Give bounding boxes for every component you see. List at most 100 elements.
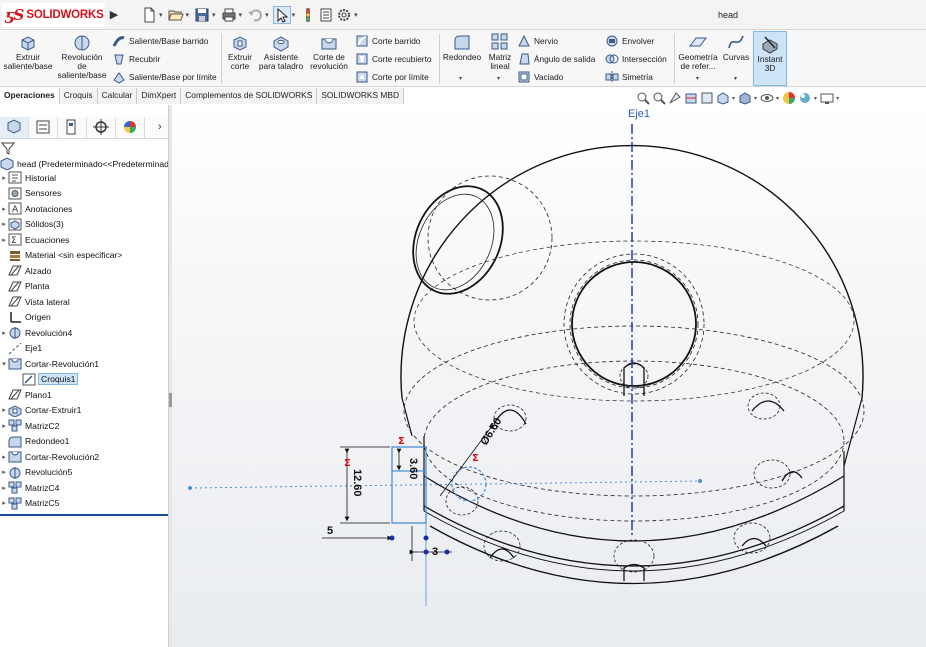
tree-item-matrizc5[interactable]: ▸ MatrizC5 (0, 496, 59, 511)
options-dropdown[interactable]: ▾ (354, 11, 358, 19)
panel-expand-arrow-icon[interactable]: › (158, 121, 162, 133)
loft-boss-button[interactable]: Recubrir (112, 51, 160, 66)
tab-dimxpert[interactable]: DimXpert (137, 88, 182, 104)
open-icon[interactable] (167, 6, 185, 24)
wrap-button[interactable]: Envolver (605, 33, 654, 48)
new-dropdown[interactable]: ▾ (159, 11, 163, 19)
dimension-diameter-6-60[interactable]: Ø6.60 (478, 416, 504, 448)
section-view-icon[interactable] (684, 91, 698, 105)
tree-item-anotaciones[interactable]: ▸ A Anotaciones (0, 201, 72, 216)
construction-endpoint[interactable] (188, 486, 192, 490)
tree-item-s-lidos-3[interactable]: ▸ Sólidos(3) (0, 217, 64, 232)
tree-item-vista-lateral[interactable]: Vista lateral (0, 294, 70, 309)
graphics-area[interactable]: 3.60 12.60 Ø6.60 5 3 Σ Σ Σ Eje1 (172, 106, 926, 647)
tree-item-material-sin-especificar[interactable]: Material <sin especificar> (0, 248, 122, 263)
select-dropdown[interactable]: ▾ (292, 11, 296, 19)
revolve-cut-button[interactable]: Corte de revolución (306, 32, 352, 71)
open-dropdown[interactable]: ▾ (186, 11, 190, 19)
tree-item-matrizc2[interactable]: ▸ MatrizC2 (0, 418, 59, 433)
options-gear-icon[interactable] (335, 6, 353, 24)
model-view[interactable]: 3.60 12.60 Ø6.60 5 3 Σ Σ Σ (172, 106, 926, 647)
reference-geometry-button[interactable]: Geometría de refer... (677, 32, 719, 71)
expand-toggle-icon[interactable]: ▸ (0, 329, 8, 337)
swept-boss-button[interactable]: Saliente/Base barrido (112, 33, 208, 48)
save-icon[interactable] (193, 6, 211, 24)
construction-line[interactable] (189, 480, 703, 489)
configuration-manager-tab-icon[interactable] (58, 117, 87, 138)
save-dropdown[interactable]: ▾ (212, 11, 216, 19)
expand-menu-arrow[interactable]: ▶ (108, 7, 120, 23)
sketch-point[interactable] (389, 535, 395, 541)
draft-button[interactable]: Ángulo de salida (517, 51, 595, 66)
expand-toggle-icon[interactable]: ▸ (0, 406, 8, 414)
intersect-button[interactable]: Intersección (605, 51, 667, 66)
tree-item-matrizc4[interactable]: ▸ MatrizC4 (0, 480, 59, 495)
expand-toggle-icon[interactable]: ▸ (0, 205, 8, 213)
tree-item-revoluci-n4[interactable]: ▸ Revolución4 (0, 325, 72, 340)
tree-item-origen[interactable]: Origen (0, 310, 51, 325)
expand-toggle-icon[interactable]: ▸ (0, 220, 8, 228)
axis-label-eje1[interactable]: Eje1 (628, 108, 650, 120)
curves-button[interactable]: Curvas (721, 32, 751, 62)
dynamic-annotation-icon[interactable] (700, 91, 714, 105)
view-settings-dropdown[interactable]: ▾ (836, 95, 839, 102)
tree-item-ecuaciones[interactable]: ▸ Σ Ecuaciones (0, 232, 69, 247)
sketch-point[interactable] (423, 549, 429, 555)
tree-item-historial[interactable]: ▸ Historial (0, 170, 56, 185)
hide-show-dropdown[interactable]: ▾ (776, 95, 779, 102)
expand-toggle-icon[interactable]: ▸ (0, 174, 8, 182)
view-orientation-icon[interactable] (716, 91, 730, 105)
sketch-point[interactable] (444, 549, 450, 555)
scene-icon[interactable] (798, 91, 812, 105)
reference-geometry-dropdown[interactable]: ▾ (696, 75, 699, 82)
file-properties-icon[interactable] (317, 6, 335, 24)
expand-toggle-icon[interactable]: ▸ (0, 468, 8, 476)
tree-item-cortar-revoluci-n2[interactable]: ▸ Cortar-Revolución2 (0, 449, 99, 464)
expand-toggle-icon[interactable]: ▸ (0, 236, 8, 244)
scene-dropdown[interactable]: ▾ (814, 95, 817, 102)
instant3d-button[interactable]: Instant 3D (753, 31, 787, 86)
display-style-icon[interactable] (738, 91, 752, 105)
dimension-12-60[interactable]: 12.60 (351, 469, 363, 497)
tree-item-cortar-revoluci-n1[interactable]: ▾ Cortar-Revolución1 (0, 356, 99, 371)
tree-item-sensores[interactable]: Sensores (0, 186, 61, 201)
tab-operaciones[interactable]: Operaciones (0, 88, 60, 104)
lofted-cut-button[interactable]: Corte recubierto (355, 51, 432, 66)
zoom-to-fit-icon[interactable] (636, 91, 650, 105)
select-arrow-icon[interactable] (272, 6, 291, 24)
swept-cut-button[interactable]: Corte barrido (355, 33, 420, 48)
previous-view-icon[interactable] (668, 91, 682, 105)
tree-item-planta[interactable]: Planta (0, 279, 49, 294)
tree-item-cortar-extruir1[interactable]: ▸ Cortar-Extruir1 (0, 403, 81, 418)
construction-endpoint[interactable] (698, 479, 702, 483)
pattern-dropdown[interactable]: ▾ (497, 75, 500, 82)
fillet-dropdown[interactable]: ▾ (459, 75, 462, 82)
tree-item-redondeo1[interactable]: Redondeo1 (0, 434, 69, 449)
feature-tree-tab-icon[interactable] (0, 117, 29, 138)
rebuild-icon[interactable] (299, 6, 317, 24)
dimension-3-60[interactable]: 3.60 (407, 458, 419, 479)
mirror-button[interactable]: Simetría (605, 69, 653, 84)
filter-icon[interactable] (0, 141, 16, 155)
tree-root-part[interactable]: head (Predeterminado<<Predeterminado (0, 156, 174, 171)
expand-toggle-icon[interactable]: ▸ (0, 484, 8, 492)
tree-item-croquis1[interactable]: Croquis1 (14, 372, 79, 387)
solidworks-logo[interactable]: ƽS SOLIDWORKS (2, 3, 105, 27)
tree-item-alzado[interactable]: Alzado (0, 263, 51, 278)
sketch-point[interactable] (423, 535, 429, 541)
undo-icon[interactable] (246, 6, 264, 24)
edit-appearance-icon[interactable] (782, 91, 796, 105)
curves-dropdown[interactable]: ▾ (734, 75, 737, 82)
view-settings-icon[interactable] (820, 91, 834, 105)
dimension-5[interactable]: 5 (327, 525, 333, 537)
print-dropdown[interactable]: ▾ (239, 11, 243, 19)
extrude-cut-button[interactable]: Extruir corte (225, 32, 255, 71)
hide-show-items-icon[interactable] (760, 91, 774, 105)
tab-solidworks-mbd[interactable]: SOLIDWORKS MBD (317, 88, 405, 104)
expand-toggle-icon[interactable]: ▸ (0, 453, 8, 461)
new-document-icon[interactable] (140, 6, 158, 24)
dimension-3[interactable]: 3 (432, 546, 438, 558)
extrude-boss-button[interactable]: Extruir saliente/base (2, 32, 54, 71)
expand-toggle-icon[interactable]: ▾ (0, 360, 8, 368)
tab-calcular[interactable]: Calcular (97, 88, 138, 104)
